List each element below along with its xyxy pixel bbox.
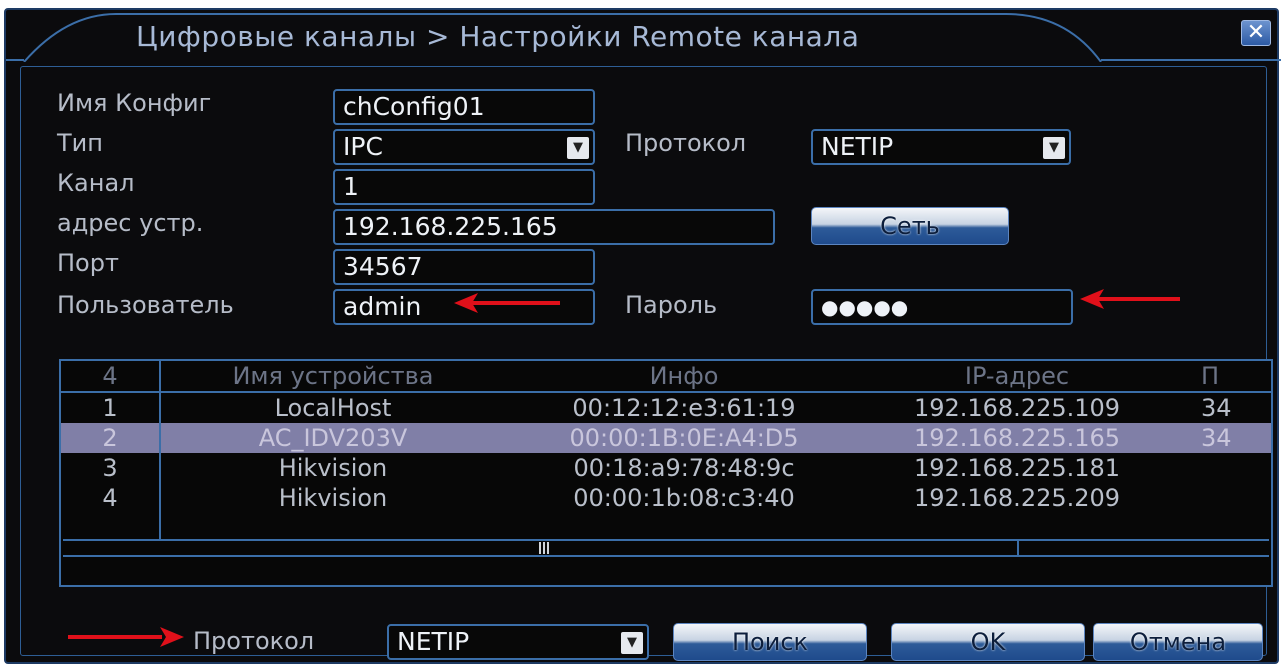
header-device-name[interactable]: Имя устройства (163, 362, 503, 390)
remote-channel-dialog: Цифровые каналы > Настройки Remote канал… (4, 8, 1281, 664)
row-index: 4 (102, 484, 118, 512)
channel-field[interactable]: 1 (333, 169, 595, 205)
window-title: Цифровые каналы > Настройки Remote канал… (136, 20, 860, 53)
header-count: 4 (102, 362, 118, 390)
cancel-button[interactable]: Отмена (1093, 623, 1263, 661)
footer-protocol-value: NETIP (397, 627, 470, 656)
header-info[interactable]: Инфо (511, 362, 857, 390)
type-label: Тип (57, 129, 103, 157)
network-button[interactable]: Сеть (811, 207, 1009, 245)
port-field[interactable]: 34567 (333, 249, 595, 285)
user-label: Пользователь (57, 291, 234, 319)
footer-protocol-label: Протокол (193, 627, 315, 655)
close-button[interactable]: ✕ (1241, 20, 1271, 46)
table-row[interactable]: 1 LocalHost 00:12:12:e3:61:19 192.168.22… (61, 393, 1271, 423)
row-port: 34 (1201, 424, 1232, 452)
password-label: Пароль (625, 291, 718, 319)
config-name-label: Имя Конфиг (57, 89, 212, 117)
row-name: LocalHost (274, 394, 392, 422)
chevron-down-icon[interactable]: ▼ (567, 137, 589, 159)
row-info: 00:00:1b:08:c3:40 (573, 484, 795, 512)
row-ip: 192.168.225.109 (913, 394, 1121, 422)
footer-protocol-select[interactable]: NETIP ▼ (387, 624, 649, 660)
port-label: Порт (57, 249, 119, 277)
title-bar: Цифровые каналы > Настройки Remote канал… (6, 10, 1281, 62)
scrollbar-thumb[interactable] (63, 541, 1019, 555)
grip-icon (539, 542, 551, 554)
device-address-label: адрес устр. (57, 209, 204, 237)
ok-button[interactable]: OK (891, 623, 1085, 661)
password-field[interactable]: ●●●●● (811, 289, 1073, 325)
red-arrow-icon (454, 293, 560, 313)
row-info: 00:12:12:e3:61:19 (572, 394, 796, 422)
device-table: 4 Имя устройства Инфо IP-адрес П 1 Local… (59, 359, 1273, 587)
row-ip: 192.168.225.209 (913, 484, 1121, 512)
table-row[interactable]: 3 Hikvision 00:18:a9:78:48:9c 192.168.22… (61, 453, 1271, 483)
horizontal-scrollbar[interactable] (63, 539, 1269, 557)
row-port: 34 (1201, 394, 1232, 422)
red-arrow-icon (68, 627, 184, 647)
network-button-label: Сеть (880, 212, 940, 240)
row-ip: 192.168.225.165 (913, 424, 1121, 452)
type-select[interactable]: IPC ▼ (333, 129, 595, 165)
config-name-field[interactable]: chConfig01 (333, 89, 595, 125)
row-index: 3 (102, 454, 118, 482)
table-row[interactable]: 4 Hikvision 00:00:1b:08:c3:40 192.168.22… (61, 483, 1271, 513)
row-info: 00:18:a9:78:48:9c (573, 454, 795, 482)
chevron-down-icon[interactable]: ▼ (621, 632, 643, 654)
header-port[interactable]: П (1201, 362, 1271, 390)
row-name: Hikvision (278, 454, 388, 482)
red-arrow-icon (1080, 289, 1180, 309)
protocol-select[interactable]: NETIP ▼ (811, 129, 1071, 165)
search-button[interactable]: Поиск (673, 623, 867, 661)
table-header: 4 Имя устройства Инфо IP-адрес П (61, 361, 1271, 391)
chevron-down-icon[interactable]: ▼ (1043, 137, 1065, 159)
device-address-field[interactable]: 192.168.225.165 (333, 209, 775, 245)
row-index: 2 (102, 424, 118, 452)
type-value: IPC (343, 132, 383, 161)
header-ip[interactable]: IP-адрес (869, 362, 1165, 390)
channel-label: Канал (57, 169, 135, 197)
table-row-selected[interactable]: 2 AC_IDV203V 00:00:1B:0E:A4:D5 192.168.2… (61, 423, 1271, 453)
row-name: AC_IDV203V (258, 424, 408, 452)
ok-button-label: OK (970, 628, 1006, 656)
search-button-label: Поиск (731, 628, 809, 656)
row-ip: 192.168.225.181 (913, 454, 1121, 482)
cancel-button-label: Отмена (1129, 628, 1227, 656)
protocol-value: NETIP (821, 132, 894, 161)
content-panel: Имя Конфиг chConfig01 Тип IPC ▼ Протокол… (20, 66, 1273, 661)
protocol-label: Протокол (625, 129, 747, 157)
close-icon: ✕ (1246, 20, 1266, 45)
row-index: 1 (102, 394, 118, 422)
row-info: 00:00:1B:0E:A4:D5 (569, 424, 799, 452)
row-name: Hikvision (278, 484, 388, 512)
column-divider (159, 361, 161, 539)
